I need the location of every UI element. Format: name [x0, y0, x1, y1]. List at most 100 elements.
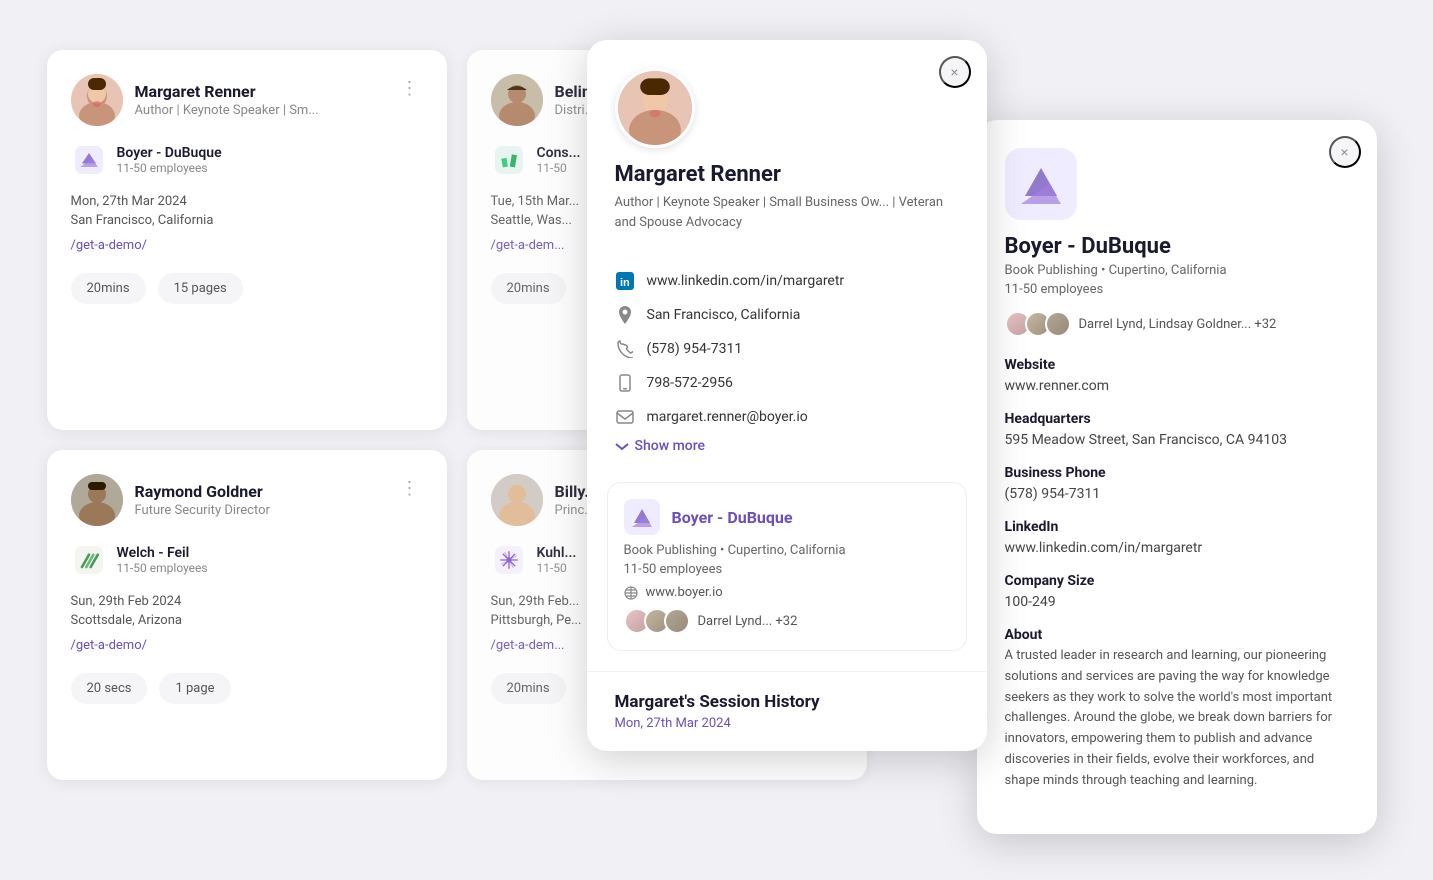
modal-company-card[interactable]: Boyer - DuBuque Book Publishing • Cupert… [607, 482, 967, 651]
card-date-raymond: Sun, 29th Feb 2024 [71, 594, 423, 609]
company-info-margaret: Boyer - DuBuque 11-50 employees [117, 145, 222, 175]
show-more-button[interactable]: Show more [615, 434, 959, 466]
card-header-raymond: Raymond Goldner Future Security Director… [71, 474, 423, 526]
card-location-margaret: San Francisco, California [71, 213, 423, 228]
panel-linkedin-label: LinkedIn [1005, 519, 1349, 535]
company-logo-boyer [71, 142, 107, 178]
more-options-icon-raymond[interactable]: ⋮ [397, 474, 423, 503]
modal-person-title: Author | Keynote Speaker | Small Busines… [615, 193, 959, 232]
modal-avatar-margaret [615, 68, 695, 148]
card-link-belinda[interactable]: /get-a-dem... [491, 238, 565, 253]
company-name-billy: Kuhl... [537, 545, 577, 561]
company-panel-employees: 11-50 employees [1005, 282, 1349, 297]
panel-business-phone-label: Business Phone [1005, 465, 1349, 481]
company-row-raymond: Welch - Feil 11-50 employees [71, 542, 423, 578]
card-person-raymond: Raymond Goldner Future Security Director [71, 474, 270, 526]
modal-company-contacts: Darrel Lynd... +32 [698, 614, 798, 629]
modal-company-info: Boyer - DuBuque [672, 508, 793, 527]
contact-list: in www.linkedin.com/in/margaretr San Fra… [587, 264, 987, 482]
mini-avatar-3 [664, 608, 690, 634]
card-link-raymond[interactable]: /get-a-demo/ [71, 638, 147, 653]
profile-modal: × Margaret Renner Author | Keynote Speak… [587, 40, 987, 751]
panel-website-label: Website [1005, 357, 1349, 373]
panel-business-phone-value: (578) 954-7311 [1005, 484, 1349, 505]
contact-item-linkedin: in www.linkedin.com/in/margaretr [615, 264, 959, 298]
panel-website-value: www.renner.com [1005, 376, 1349, 397]
modal-company-logo [624, 499, 660, 535]
panel-headquarters-label: Headquarters [1005, 411, 1349, 427]
mobile-icon [615, 373, 635, 393]
company-size-margaret: 11-50 employees [117, 161, 222, 175]
panel-business-phone-section: Business Phone (578) 954-7311 [1005, 465, 1349, 505]
panel-avatars-row: Darrel Lynd, Lindsay Goldner... +32 [1005, 311, 1349, 337]
company-info-raymond: Welch - Feil 11-50 employees [117, 545, 208, 575]
card-header: Margaret Renner Author | Keynote Speaker… [71, 74, 423, 126]
company-row-margaret: Boyer - DuBuque 11-50 employees [71, 142, 423, 178]
modal-company-website-row: www.boyer.io [624, 585, 950, 600]
session-history-title: Margaret's Session History [615, 692, 959, 712]
session-history: Margaret's Session History Mon, 27th Mar… [587, 671, 987, 751]
person-title-margaret: Author | Keynote Speaker | Sm... [135, 103, 319, 118]
avatar-belinda [491, 74, 543, 126]
show-more-label: Show more [635, 438, 706, 454]
card-location-raymond: Scottsdale, Arizona [71, 613, 423, 628]
pill-duration-raymond: 20 secs [71, 673, 148, 704]
card-date-margaret: Mon, 27th Mar 2024 [71, 194, 423, 209]
email-icon [615, 407, 635, 427]
company-name-raymond: Welch - Feil [117, 545, 208, 561]
scene: Margaret Renner Author | Keynote Speaker… [27, 20, 1407, 860]
company-name-belinda: Cons... [537, 145, 581, 161]
modal-company-website: www.boyer.io [646, 585, 723, 600]
session-history-date: Mon, 27th Mar 2024 [615, 716, 959, 731]
more-options-icon[interactable]: ⋮ [397, 74, 423, 103]
panel-linkedin-value: www.linkedin.com/in/margaretr [1005, 538, 1349, 559]
panel-website-section: Website www.renner.com [1005, 357, 1349, 397]
panel-linkedin-section: LinkedIn www.linkedin.com/in/margaretr [1005, 519, 1349, 559]
modal-close-button[interactable]: × [939, 56, 971, 88]
person-name-raymond: Raymond Goldner [135, 482, 270, 501]
phone-icon [615, 339, 635, 359]
modal-company-sub: Book Publishing • Cupertino, California [624, 543, 950, 558]
contact-item-email: margaret.renner@boyer.io [615, 400, 959, 434]
card-link-margaret[interactable]: /get-a-demo/ [71, 238, 147, 253]
company-panel-close-button[interactable]: × [1329, 136, 1361, 168]
panel-headquarters-value: 595 Meadow Street, San Francisco, CA 941… [1005, 430, 1349, 451]
card-person: Margaret Renner Author | Keynote Speaker… [71, 74, 319, 126]
contact-item-phone: (578) 954-7311 [615, 332, 959, 366]
company-logo-kuhl [491, 542, 527, 578]
modal-company-header: Boyer - DuBuque [624, 499, 950, 535]
contact-item-mobile: 798-572-2956 [615, 366, 959, 400]
mobile-value: 798-572-2956 [647, 375, 733, 391]
pill-duration-belinda: 20mins [491, 273, 566, 304]
modal-company-avatars-row: Darrel Lynd... +32 [624, 608, 950, 634]
close-icon-panel: × [1340, 144, 1348, 160]
card-raymond-goldner: Raymond Goldner Future Security Director… [47, 450, 447, 780]
modal-company-employees: 11-50 employees [624, 562, 950, 577]
person-name-margaret: Margaret Renner [135, 82, 319, 101]
person-title-raymond: Future Security Director [135, 503, 270, 518]
modal-company-name: Boyer - DuBuque [672, 508, 793, 527]
email-value: margaret.renner@boyer.io [647, 409, 808, 425]
panel-company-size-label: Company Size [1005, 573, 1349, 589]
pill-duration-margaret: 20mins [71, 273, 146, 304]
modal-person-name: Margaret Renner [615, 162, 781, 187]
contact-item-location: San Francisco, California [615, 298, 959, 332]
location-value: San Francisco, California [647, 307, 801, 323]
pill-pages-raymond: 1 page [159, 673, 230, 704]
company-panel-name: Boyer - DuBuque [1005, 234, 1349, 259]
company-panel-logo [1005, 148, 1077, 220]
company-logo-welch [71, 542, 107, 578]
company-size-raymond: 11-50 employees [117, 561, 208, 575]
avatar-raymond [71, 474, 123, 526]
panel-about-section: About A trusted leader in research and l… [1005, 627, 1349, 792]
panel-headquarters-section: Headquarters 595 Meadow Street, San Fran… [1005, 411, 1349, 451]
company-panel-sub: Book Publishing • Cupertino, California [1005, 263, 1349, 278]
card-footer-raymond: 20 secs 1 page [71, 673, 423, 704]
close-icon: × [950, 64, 958, 80]
company-detail-panel: × Boyer - DuBuque Book Publishing • Cupe… [977, 120, 1377, 834]
phone-value: (578) 954-7311 [647, 341, 743, 357]
card-link-billy[interactable]: /get-a-dem... [491, 638, 565, 653]
avatar-margaret [71, 74, 123, 126]
linkedin-value[interactable]: www.linkedin.com/in/margaretr [647, 273, 845, 289]
panel-contacts-label: Darrel Lynd, Lindsay Goldner... +32 [1079, 317, 1277, 332]
